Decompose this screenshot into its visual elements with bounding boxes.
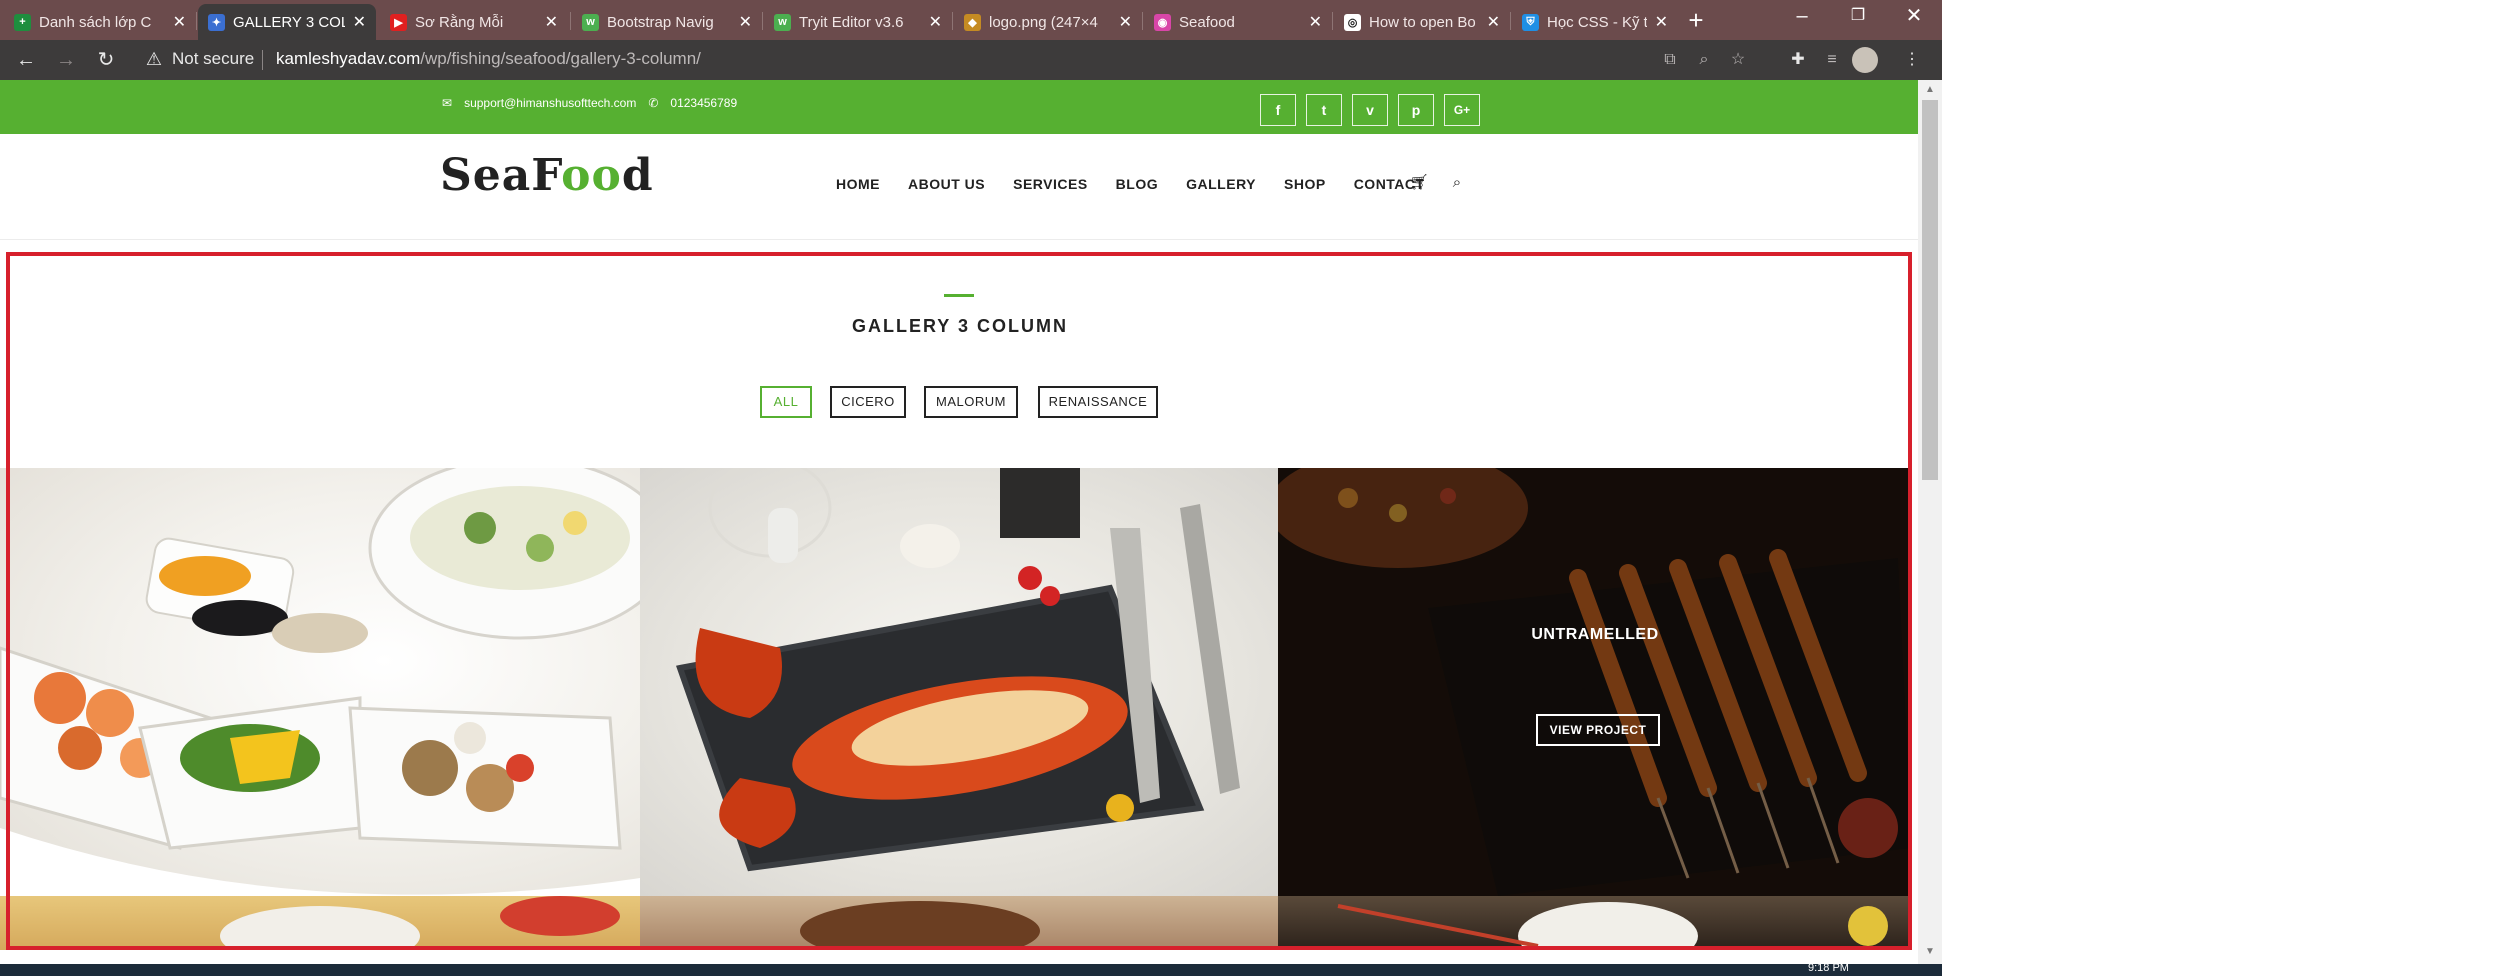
scroll-down-arrow-icon[interactable]: ▼: [1918, 944, 1942, 960]
tab-separator: [1332, 12, 1333, 30]
close-icon[interactable]: ✕: [545, 12, 558, 32]
close-icon[interactable]: ✕: [353, 12, 366, 32]
url-text[interactable]: kamleshyadav.com/wp/fishing/seafood/gall…: [276, 49, 701, 69]
facebook-icon[interactable]: f: [1260, 94, 1296, 126]
scrollbar-thumb[interactable]: [1922, 100, 1938, 480]
warning-icon[interactable]: ⚠: [142, 47, 166, 71]
menu-item-shop[interactable]: SHOP: [1284, 176, 1326, 192]
minimize-button[interactable]: –: [1774, 0, 1830, 34]
tab-separator: [762, 12, 763, 30]
tab-separator: [1510, 12, 1511, 30]
menu-item-home[interactable]: HOME: [836, 176, 880, 192]
scroll-up-arrow-icon[interactable]: ▲: [1918, 82, 1942, 98]
menu-kebab-icon[interactable]: ⋮: [1898, 46, 1926, 74]
back-button[interactable]: ←: [10, 44, 42, 76]
menu-item-gallery[interactable]: GALLERY: [1186, 176, 1256, 192]
contact-info: ✉ support@himanshusofttech.com ✆ 0123456…: [442, 96, 737, 110]
contact-phone[interactable]: 0123456789: [670, 96, 737, 110]
site-favicon-icon: ◎: [1344, 13, 1361, 31]
tab-separator: [952, 12, 953, 30]
profile-avatar-icon[interactable]: [1852, 47, 1878, 73]
search-icon[interactable]: ⌕: [1446, 172, 1468, 194]
browser-tab[interactable]: w Tryit Editor v3.6 ✕: [764, 4, 952, 40]
zoom-icon[interactable]: ⌕: [1690, 46, 1718, 74]
image-file-icon: ◆: [964, 13, 981, 31]
close-icon[interactable]: ✕: [1119, 12, 1132, 32]
close-icon[interactable]: ✕: [1655, 12, 1668, 32]
browser-tab[interactable]: w Bootstrap Navig ✕: [572, 4, 762, 40]
browser-tab[interactable]: ◆ logo.png (247×4 ✕: [954, 4, 1142, 40]
restore-button[interactable]: ❐: [1830, 0, 1886, 34]
menu-item-blog[interactable]: BLOG: [1116, 176, 1158, 192]
site-favicon-icon: ◉: [1154, 13, 1171, 31]
twitter-icon[interactable]: t: [1306, 94, 1342, 126]
star-icon[interactable]: ☆: [1724, 46, 1752, 74]
w3schools-icon: w: [774, 13, 791, 31]
site-topbar: [0, 80, 1918, 134]
menu-item-about-us[interactable]: ABOUT US: [908, 176, 985, 192]
main-menu: HOME ABOUT US SERVICES BLOG GALLERY SHOP…: [836, 176, 1425, 192]
site-logo[interactable]: SeaFood: [440, 150, 654, 201]
site-favicon-icon: ✦: [208, 13, 225, 31]
email-icon: ✉: [442, 96, 453, 110]
browser-tab-active[interactable]: ✦ GALLERY 3 COLU ✕: [198, 4, 376, 40]
pinterest-icon[interactable]: p: [1398, 94, 1434, 126]
close-icon[interactable]: ✕: [929, 12, 942, 32]
taskbar-clock[interactable]: 9:18 PM: [1808, 962, 1849, 974]
youtube-icon: ▶: [390, 13, 407, 31]
google-plus-icon[interactable]: G+: [1444, 94, 1480, 126]
close-window-button[interactable]: ✕: [1886, 0, 1942, 34]
close-icon[interactable]: ✕: [1309, 12, 1322, 32]
url-separator: [262, 50, 263, 70]
close-icon[interactable]: ✕: [173, 12, 186, 32]
forward-button[interactable]: →: [50, 44, 82, 76]
menu-item-services[interactable]: SERVICES: [1013, 176, 1088, 192]
close-icon[interactable]: ✕: [1487, 12, 1500, 32]
close-icon[interactable]: ✕: [739, 12, 752, 32]
shield-icon: ⛨: [1522, 13, 1539, 31]
cart-icon[interactable]: 🛒︎: [1408, 172, 1430, 194]
tab-separator: [1142, 12, 1143, 30]
tab-separator: [196, 12, 197, 30]
new-tab-button[interactable]: +: [1680, 6, 1712, 36]
tab-separator: [570, 12, 571, 30]
browser-tab[interactable]: ◉ Seafood ✕: [1144, 4, 1332, 40]
highlight-box: [6, 252, 1912, 950]
reload-button[interactable]: ↻: [90, 44, 122, 76]
translate-icon[interactable]: ⧉: [1656, 46, 1684, 74]
vimeo-icon[interactable]: v: [1352, 94, 1388, 126]
security-label[interactable]: Not secure: [172, 49, 254, 69]
w3schools-icon: w: [582, 13, 599, 31]
browser-tab[interactable]: ▶ Sơ Rằng Mỗi ✕: [380, 4, 568, 40]
phone-icon: ✆: [648, 96, 659, 110]
browser-tab[interactable]: + Danh sách lớp C ✕: [4, 4, 196, 40]
extensions-icon[interactable]: ✚: [1784, 46, 1812, 74]
reading-list-icon[interactable]: ≡: [1818, 46, 1846, 74]
browser-tab[interactable]: ⛨ Học CSS - Kỹ thu ✕: [1512, 4, 1678, 40]
browser-tab[interactable]: ◎ How to open Bo ✕: [1334, 4, 1510, 40]
sheets-icon: +: [14, 13, 31, 31]
os-taskbar: [0, 964, 1942, 976]
contact-email[interactable]: support@himanshusofttech.com: [464, 96, 636, 110]
